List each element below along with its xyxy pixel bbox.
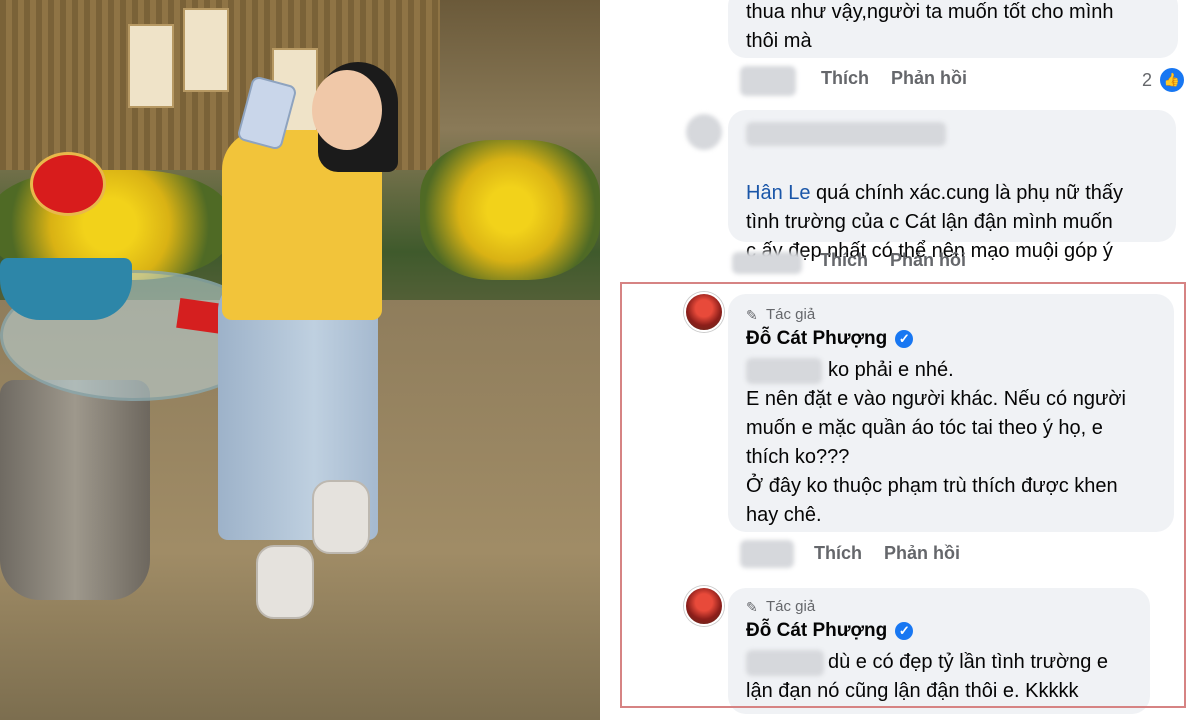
comment-text: thua như vậy,người ta muốn tốt cho mình … <box>746 1 1114 52</box>
reaction-count[interactable]: 2 👍 <box>1142 66 1187 94</box>
yellow-flowers <box>420 140 600 280</box>
stone-stump <box>0 380 150 600</box>
like-button[interactable]: Thích <box>821 68 869 88</box>
comment-actions: Thích Phản hồi <box>820 250 988 271</box>
post-photo <box>0 0 600 720</box>
bonsai-pot <box>0 258 132 320</box>
comment-bubble: Hân Le quá chính xác.cung là phụ nữ thấy… <box>728 110 1176 262</box>
calligraphy-scroll <box>183 8 229 92</box>
comment-bubble: thua như vậy,người ta muốn tốt cho mình … <box>728 0 1178 58</box>
comment-actions: Thích Phản hồi <box>821 68 989 89</box>
reply-button[interactable]: Phản hồi <box>891 68 967 88</box>
blurred-avatar <box>732 252 802 274</box>
red-tag <box>30 152 106 216</box>
reply-button[interactable]: Phản hồi <box>890 250 966 270</box>
shoe <box>312 480 370 554</box>
person-face <box>312 70 382 150</box>
calligraphy-scroll <box>128 24 174 108</box>
highlight-frame <box>620 282 1186 708</box>
like-button[interactable]: Thích <box>820 250 868 270</box>
comment-text: Hân Le quá chính xác.cung là phụ nữ thấy… <box>746 150 1123 266</box>
shoe <box>256 545 314 619</box>
blurred-avatar <box>686 114 722 150</box>
blurred-avatar <box>740 66 796 96</box>
blurred-username <box>746 122 946 146</box>
reaction-count-value: 2 <box>1142 69 1153 90</box>
mention-link[interactable]: Hân Le <box>746 182 811 204</box>
like-icon: 👍 <box>1158 66 1187 94</box>
